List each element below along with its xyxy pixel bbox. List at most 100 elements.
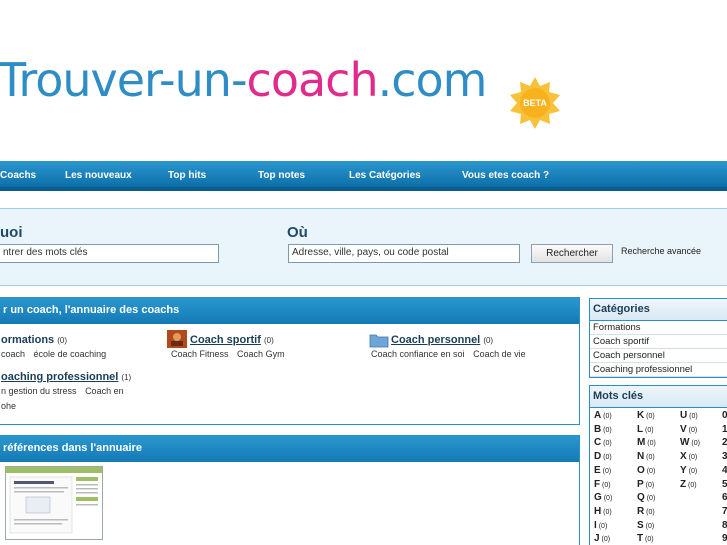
nav-top-notes[interactable]: Top notes xyxy=(258,170,305,181)
keyword-letter-o[interactable]: O (0) xyxy=(637,465,655,476)
subcategory-link[interactable]: Coach confiance en soi xyxy=(371,349,465,359)
category-title[interactable]: Coach personnel xyxy=(391,334,480,346)
keyword-letter-y[interactable]: Y (0) xyxy=(680,465,697,476)
nav-vous-etes-coach[interactable]: Vous etes coach ? xyxy=(462,170,549,181)
subcategory-link[interactable]: Coach Fitness xyxy=(171,349,229,359)
keyword-count: (0) xyxy=(686,467,698,475)
keyword-letter-d[interactable]: D (0) xyxy=(594,451,612,462)
quoi-label: uoi xyxy=(0,224,23,241)
keyword-letter: 0 xyxy=(722,410,727,421)
sidebar-item-coaching-professionnel[interactable]: Coaching professionnel xyxy=(590,363,727,377)
keyword-letter-g[interactable]: G (0) xyxy=(594,492,612,503)
keyword-letter-1[interactable]: 1 xyxy=(722,424,727,435)
coach-thumbnail[interactable] xyxy=(5,466,103,540)
keyword-letter-3[interactable]: 3 xyxy=(722,451,727,462)
category-count: (1) xyxy=(121,373,132,382)
search-panel: uoi Où ntrer des mots clés Adresse, vill… xyxy=(0,208,727,286)
category-title[interactable]: Coach sportif xyxy=(190,334,261,346)
keyword-letter-v[interactable]: V (0) xyxy=(680,424,697,435)
keyword-letter: Y xyxy=(680,464,687,476)
keyword-letter-i[interactable]: I (0) xyxy=(594,520,607,531)
keyword-letter-q[interactable]: Q (0) xyxy=(637,492,655,503)
keyword-letter: 4 xyxy=(722,464,727,476)
sidebar-item-coach-sportif[interactable]: Coach sportif xyxy=(590,335,727,349)
subcategory-link[interactable]: Coach de vie xyxy=(473,349,526,359)
subcategory-link[interactable]: n gestion du stress xyxy=(1,386,77,396)
keyword-count: (0) xyxy=(689,440,700,448)
keyword-input[interactable]: ntrer des mots clés xyxy=(0,244,219,263)
keyword-letter-5[interactable]: 5 xyxy=(722,479,727,490)
site-preview-image xyxy=(6,467,102,539)
keyword-count: (0) xyxy=(644,413,655,420)
keyword-letter: 2 xyxy=(722,437,727,449)
keyword-letter: 3 xyxy=(722,451,727,463)
keyword-letter-8[interactable]: 8 xyxy=(722,520,727,531)
keyword-letter-2[interactable]: 2 xyxy=(722,437,727,448)
keyword-count: (0) xyxy=(644,508,655,516)
keyword-count: (0) xyxy=(600,467,612,475)
keyword-letter-x[interactable]: X (0) xyxy=(680,451,697,462)
keyword-count: (0) xyxy=(645,440,656,448)
keyword-letter-6[interactable]: 6 xyxy=(722,492,727,503)
category-count: (0) xyxy=(263,336,274,345)
keyword-letter: Q xyxy=(637,492,645,504)
keyword-count: (0) xyxy=(686,426,698,434)
keyword-letter-e[interactable]: E (0) xyxy=(594,465,611,476)
keyword-letter: X xyxy=(680,451,687,463)
keyword-letter-h[interactable]: H (0) xyxy=(594,506,612,517)
location-input[interactable]: Adresse, ville, pays, ou code postal xyxy=(288,244,520,263)
nav-coachs[interactable]: Coachs xyxy=(0,170,36,181)
keyword-letter: E xyxy=(594,464,601,476)
keyword-count: (0) xyxy=(643,481,655,489)
subcategory-link[interactable]: école de coaching xyxy=(34,349,107,359)
keyword-letter-7[interactable]: 7 xyxy=(722,506,727,517)
keyword-letter-c[interactable]: C (0) xyxy=(594,437,612,448)
subcategory-link[interactable]: coach xyxy=(1,349,25,359)
keyword-letter-m[interactable]: M (0) xyxy=(637,437,656,448)
keyword-letter-s[interactable]: S (0) xyxy=(637,520,654,531)
keyword-letter-9[interactable]: 9 xyxy=(722,533,727,544)
keyword-letter-w[interactable]: W (0) xyxy=(680,437,700,448)
keyword-letter: 8 xyxy=(722,519,727,531)
keyword-letter-f[interactable]: F (0) xyxy=(594,479,611,490)
nav-categories[interactable]: Les Catégories xyxy=(349,170,421,181)
keyword-letter-r[interactable]: R (0) xyxy=(637,506,655,517)
advanced-search-link[interactable]: Recherche avancée xyxy=(621,246,701,256)
subcategory-link[interactable]: ohe xyxy=(1,401,131,411)
keyword-count: (0) xyxy=(644,495,656,503)
sidebar-item-formations[interactable]: Formations xyxy=(590,321,727,335)
keyword-count: (0) xyxy=(644,467,656,475)
keyword-count: (0) xyxy=(601,413,612,420)
keyword-letter-a[interactable]: A (0) xyxy=(594,410,612,421)
keyword-letter-k[interactable]: K (0) xyxy=(637,410,655,421)
keyword-letter-j[interactable]: J (0) xyxy=(594,533,610,544)
folder-icon xyxy=(369,332,389,350)
category-title[interactable]: oaching professionnel xyxy=(1,371,118,383)
keyword-letter: 7 xyxy=(722,505,727,517)
keyword-count: (0) xyxy=(601,454,612,462)
keyword-letter-l[interactable]: L (0) xyxy=(637,424,654,435)
search-button[interactable]: Rechercher xyxy=(531,244,613,263)
site-logo[interactable]: Trouver-un-coach.com BETA xyxy=(0,46,560,129)
keyword-count: (0) xyxy=(596,522,608,530)
keyword-letter-p[interactable]: P (0) xyxy=(637,479,654,490)
keyword-count: (0) xyxy=(686,454,698,462)
main-nav: Coachs Les nouveaux Top hits Top notes L… xyxy=(0,161,727,191)
subcategory-link[interactable]: Coach en xyxy=(85,386,124,396)
keyword-count: (0) xyxy=(686,481,697,489)
keyword-letter-4[interactable]: 4 xyxy=(722,465,727,476)
category-title[interactable]: ormations xyxy=(1,334,54,346)
nav-top-hits[interactable]: Top hits xyxy=(168,170,206,181)
nav-les-nouveaux[interactable]: Les nouveaux xyxy=(65,170,132,181)
category-count: (0) xyxy=(57,336,68,345)
keyword-letter-0[interactable]: 0 xyxy=(722,410,727,421)
keyword-letter-z[interactable]: Z (0) xyxy=(680,479,697,490)
keyword-letter-b[interactable]: B (0) xyxy=(594,424,612,435)
keyword-letter-n[interactable]: N (0) xyxy=(637,451,655,462)
keyword-count: (0) xyxy=(600,481,611,489)
keyword-letter: V xyxy=(680,423,687,435)
keyword-letter-u[interactable]: U (0) xyxy=(680,410,698,421)
keyword-letter-t[interactable]: T (0) xyxy=(637,533,654,544)
subcategory-link[interactable]: Coach Gym xyxy=(237,349,285,359)
sidebar-item-coach-personnel[interactable]: Coach personnel xyxy=(590,349,727,363)
